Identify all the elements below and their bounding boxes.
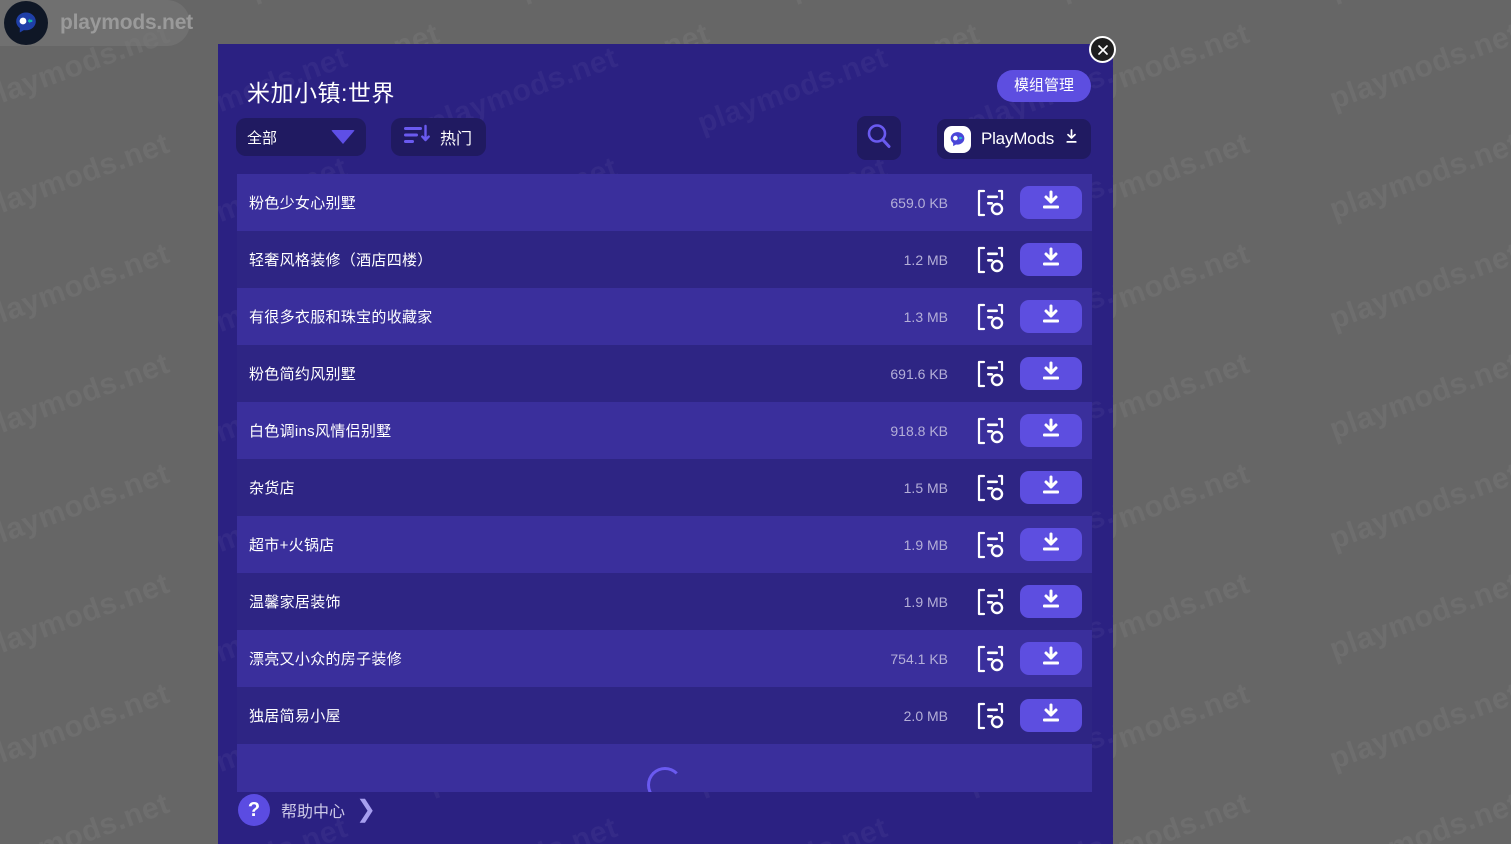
mod-details-icon[interactable] <box>970 585 1010 619</box>
search-icon <box>864 121 894 156</box>
mod-title: 温馨家居装饰 <box>249 594 341 611</box>
category-select[interactable]: 全部 <box>236 118 366 156</box>
page-title: 米加小镇:世界 <box>247 80 395 106</box>
question-mark-icon: ? <box>238 794 270 826</box>
mod-details-icon[interactable] <box>970 471 1010 505</box>
mod-details-icon[interactable] <box>970 699 1010 733</box>
table-row[interactable]: 粉色简约风别墅 691.6 KB <box>237 345 1092 402</box>
category-select-value: 全部 <box>247 129 278 147</box>
playmods-logo-icon <box>4 1 48 45</box>
mod-title: 独居简易小屋 <box>249 708 341 725</box>
download-icon <box>1038 530 1064 559</box>
mod-details-icon[interactable] <box>970 528 1010 562</box>
table-row[interactable]: 轻奢风格装修（酒店四楼） 1.2 MB <box>237 231 1092 288</box>
download-button[interactable] <box>1020 414 1082 447</box>
list-loading-row <box>237 744 1092 792</box>
search-button[interactable] <box>857 116 901 160</box>
sort-button-label: 热门 <box>440 131 473 148</box>
table-row[interactable]: 超市+火锅店 1.9 MB <box>237 516 1092 573</box>
mod-details-icon[interactable] <box>970 300 1010 334</box>
mod-size: 691.6 KB <box>890 365 948 382</box>
close-button[interactable] <box>1089 36 1116 63</box>
table-row[interactable]: 杂货店 1.5 MB <box>237 459 1092 516</box>
mod-details-icon[interactable] <box>970 357 1010 391</box>
playmods-app-label: PlayMods <box>980 129 1054 148</box>
loading-spinner-icon <box>646 767 683 792</box>
playmods-app-badge[interactable]: PlayMods <box>936 119 1091 159</box>
download-button[interactable] <box>1020 642 1082 675</box>
mod-details-icon[interactable] <box>970 243 1010 277</box>
download-icon <box>1038 587 1064 616</box>
mod-size: 1.5 MB <box>903 479 948 496</box>
download-button[interactable] <box>1020 528 1082 561</box>
table-row[interactable]: 有很多衣服和珠宝的收藏家 1.3 MB <box>237 288 1092 345</box>
mod-details-icon[interactable] <box>970 414 1010 448</box>
mod-size: 2.0 MB <box>903 707 948 724</box>
site-badge-label: playmods.net <box>60 11 193 34</box>
download-button[interactable] <box>1020 186 1082 219</box>
download-icon <box>1038 359 1064 388</box>
table-row[interactable]: 漂亮又小众的房子装修 754.1 KB <box>237 630 1092 687</box>
download-button[interactable] <box>1020 699 1082 732</box>
download-icon <box>1038 416 1064 445</box>
site-badge: playmods.net <box>0 0 193 46</box>
mod-details-icon[interactable] <box>970 642 1010 676</box>
chevron-right-icon: ❯ <box>356 796 377 823</box>
mod-details-icon[interactable] <box>970 186 1010 220</box>
download-button[interactable] <box>1020 357 1082 390</box>
table-row[interactable]: 粉色少女心别墅 659.0 KB <box>237 174 1092 231</box>
mod-title: 漂亮又小众的房子装修 <box>249 651 403 668</box>
download-icon <box>1038 473 1064 502</box>
download-icon <box>1038 245 1064 274</box>
mod-size: 1.2 MB <box>903 251 948 268</box>
mod-browser-dialog: playmods.netplaymods.netplaymods.netplay… <box>218 44 1113 844</box>
table-row[interactable]: 白色调ins风情侣别墅 918.8 KB <box>237 402 1092 459</box>
download-icon <box>1038 302 1064 331</box>
help-center-link[interactable]: ? 帮助中心 ❯ <box>238 794 376 826</box>
download-button[interactable] <box>1020 585 1082 618</box>
close-icon <box>1097 44 1108 55</box>
mod-title: 粉色简约风别墅 <box>249 366 357 383</box>
download-icon <box>1038 701 1064 730</box>
mod-size: 1.9 MB <box>903 536 948 553</box>
download-icon <box>1064 128 1079 150</box>
download-button[interactable] <box>1020 471 1082 504</box>
toolbar: 全部 热门 PlayMods <box>236 116 1095 168</box>
help-center-label: 帮助中心 <box>281 804 346 821</box>
download-button[interactable] <box>1020 300 1082 333</box>
mod-size: 1.9 MB <box>903 593 948 610</box>
mod-list[interactable]: 粉色少女心别墅 659.0 KB 轻奢风格装修（酒店四楼） 1.2 MB 有很多衣服和珠… <box>237 174 1092 818</box>
mod-title: 粉色少女心别墅 <box>249 195 357 212</box>
playmods-logo-icon <box>943 125 971 153</box>
mod-size: 1.3 MB <box>903 308 948 325</box>
download-icon <box>1038 644 1064 673</box>
sort-button[interactable]: 热门 <box>391 118 487 156</box>
mod-title: 白色调ins风情侣别墅 <box>249 423 392 440</box>
mod-size: 659.0 KB <box>890 194 948 211</box>
sort-descending-icon <box>403 123 431 152</box>
download-icon <box>1038 188 1064 217</box>
chevron-down-icon <box>331 130 355 144</box>
mod-manage-button[interactable]: 模组管理 <box>996 70 1091 102</box>
mod-title: 杂货店 <box>249 480 295 497</box>
table-row[interactable]: 独居简易小屋 2.0 MB <box>237 687 1092 744</box>
mod-size: 754.1 KB <box>890 650 948 667</box>
mod-size: 918.8 KB <box>890 422 948 439</box>
download-button[interactable] <box>1020 243 1082 276</box>
mod-title: 超市+火锅店 <box>249 537 335 554</box>
mod-title: 有很多衣服和珠宝的收藏家 <box>249 309 433 326</box>
table-row[interactable]: 温馨家居装饰 1.9 MB <box>237 573 1092 630</box>
mod-title: 轻奢风格装修（酒店四楼） <box>249 252 433 269</box>
